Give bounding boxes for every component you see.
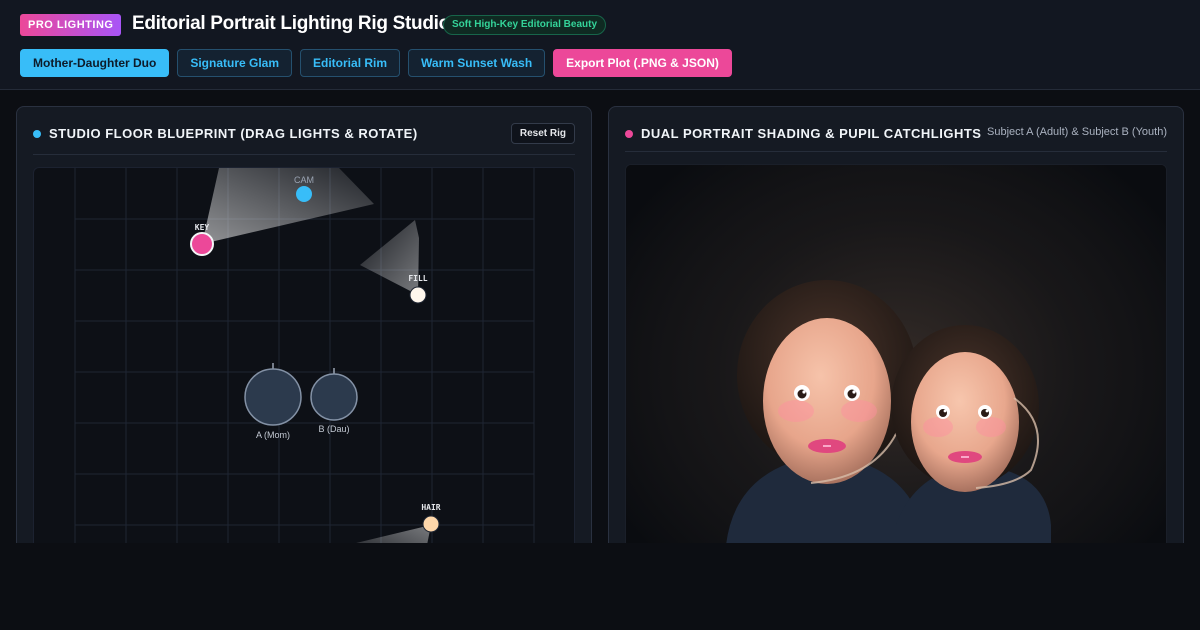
preset-toolbar: Mother-Daughter Duo Signature Glam Edito… (20, 49, 732, 77)
subject-a-marker[interactable]: A (Mom) (244, 363, 302, 440)
camera-label: CAM (294, 175, 314, 185)
subject-a-left-catchlight (802, 390, 806, 394)
preset-editorial-rim-button[interactable]: Editorial Rim (300, 49, 401, 77)
active-preset-tag: Soft High-Key Editorial Beauty (443, 15, 607, 35)
top-bar: PRO LIGHTING Editorial Portrait Lighting… (0, 0, 1200, 90)
preset-mother-daughter-button[interactable]: Mother-Daughter Duo (20, 49, 170, 77)
fill-light-handle[interactable] (409, 286, 427, 304)
subject-b-label: B (Dau) (318, 424, 349, 434)
hair-light-handle[interactable] (422, 515, 440, 533)
key-light-label: KEY (195, 223, 210, 232)
export-plot-button[interactable]: Export Plot (.PNG & JSON) (553, 49, 732, 77)
subject-a-head[interactable] (244, 368, 302, 426)
reset-rig-button[interactable]: Reset Rig (510, 123, 575, 144)
portrait-panel-subtitle: Subject A (Adult) & Subject B (Youth) (987, 126, 1167, 138)
blueprint-panel-header: STUDIO FLOOR BLUEPRINT (DRAG LIGHTS & RO… (33, 123, 575, 155)
subject-b-left-catchlight (943, 409, 947, 413)
blueprint-status-dot (33, 130, 41, 138)
portrait-panel-header: DUAL PORTRAIT SHADING & PUPIL CATCHLIGHT… (625, 123, 1167, 152)
fill-light-beam (360, 220, 419, 295)
pro-lighting-badge: PRO LIGHTING (20, 14, 122, 36)
subject-a-right-catchlight (852, 390, 856, 394)
preset-signature-glam-button[interactable]: Signature Glam (177, 49, 293, 77)
fill-light-label: FILL (408, 274, 427, 283)
subject-b-head[interactable] (310, 373, 358, 421)
hair-light[interactable]: HAIR (421, 503, 441, 533)
portrait-status-dot (625, 130, 633, 138)
blueprint-panel-title: STUDIO FLOOR BLUEPRINT (DRAG LIGHTS & RO… (49, 126, 418, 141)
portrait-panel-title: DUAL PORTRAIT SHADING & PUPIL CATCHLIGHT… (641, 126, 982, 141)
subject-b-right-catchlight (985, 409, 989, 413)
hair-light-label: HAIR (421, 503, 440, 512)
subject-b-marker[interactable]: B (Dau) (310, 368, 358, 434)
subject-a-label: A (Mom) (256, 430, 290, 440)
key-light-beam (202, 168, 374, 244)
camera-icon[interactable] (296, 186, 312, 202)
app-title: Editorial Portrait Lighting Rig Studio (132, 13, 450, 34)
key-light-handle[interactable] (190, 232, 214, 256)
preset-warm-sunset-button[interactable]: Warm Sunset Wash (408, 49, 546, 77)
page-footer-area (0, 543, 1200, 630)
